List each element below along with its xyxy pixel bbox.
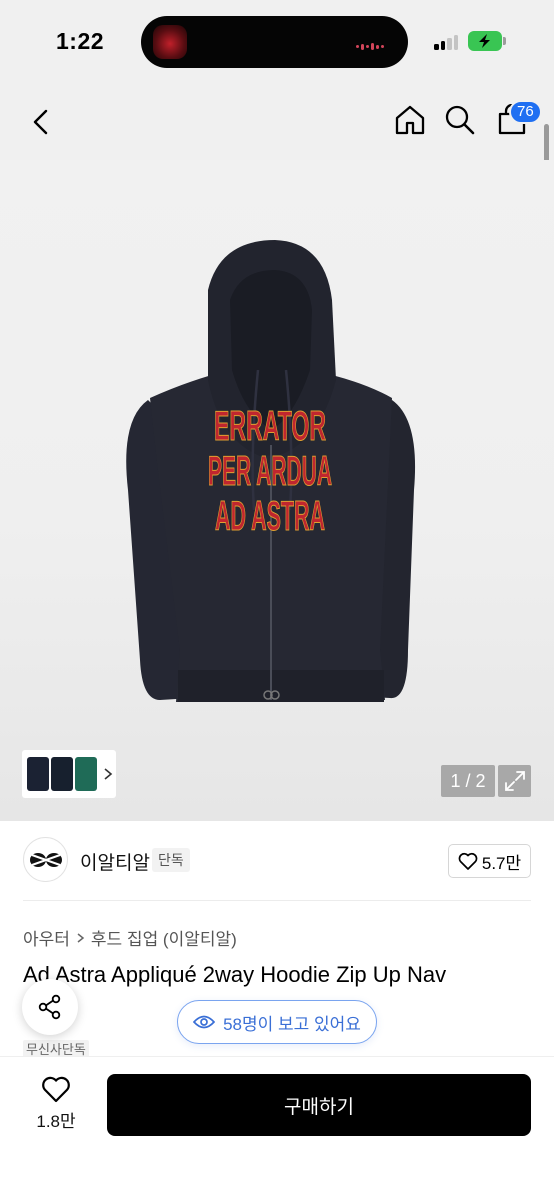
- home-button[interactable]: [392, 101, 428, 139]
- color-thumbnails[interactable]: [22, 750, 116, 798]
- now-playing-app-icon: [153, 25, 187, 59]
- heart-icon: [42, 1076, 70, 1103]
- cart-count-badge: 76: [509, 100, 542, 124]
- chevron-right-icon: [76, 932, 85, 944]
- wishlist-count: 1.8만: [36, 1112, 76, 1131]
- image-page-counter: 1 / 2: [441, 765, 495, 797]
- status-bar: 1:22: [0, 0, 554, 84]
- battery-charging-icon: [468, 31, 502, 51]
- brand-name[interactable]: 이알티알: [80, 848, 150, 875]
- breadcrumb-item-1[interactable]: 아우터: [23, 925, 70, 950]
- top-nav: [0, 84, 554, 160]
- share-icon: [38, 994, 61, 1020]
- divider: [23, 900, 531, 901]
- brand-row: 이알티알 단독 5.7만: [0, 832, 554, 890]
- wishlist-button[interactable]: 1.8만: [26, 1075, 86, 1139]
- brand-logo-mark: [29, 852, 62, 867]
- viewers-count-text: 58명이 보고 있어요: [223, 1014, 361, 1034]
- share-button[interactable]: [22, 979, 78, 1035]
- battery-tip: [503, 37, 506, 45]
- eye-icon: [193, 1015, 216, 1029]
- brand-logo[interactable]: [23, 837, 68, 882]
- print-line-2: PER ARDUA: [208, 447, 332, 494]
- status-time: 1:22: [56, 28, 105, 54]
- breadcrumb-item-2[interactable]: 후드 집업 (이알티알): [91, 925, 237, 950]
- buy-button[interactable]: 구매하기: [107, 1074, 531, 1136]
- fullscreen-button[interactable]: [498, 765, 531, 797]
- dynamic-island: [141, 16, 408, 68]
- chevron-left-icon: [33, 109, 48, 135]
- product-title: Ad Astra Appliqué 2way Hoodie Zip Up Nav: [23, 962, 447, 987]
- home-icon: [395, 105, 425, 135]
- viewers-count-pill: 58명이 보고 있어요: [177, 1000, 377, 1044]
- print-line-1: ERRATOR: [214, 402, 326, 449]
- back-button[interactable]: [22, 102, 60, 142]
- exclusive-badge: 단독: [152, 848, 190, 872]
- thumbnail-3[interactable]: [75, 757, 97, 791]
- thumbnail-1[interactable]: [27, 757, 49, 791]
- bottom-action-bar: 1.8만 구매하기: [0, 1056, 554, 1200]
- audio-wave-icon: [356, 38, 392, 51]
- search-button[interactable]: [442, 101, 478, 139]
- expand-icon: [504, 771, 525, 791]
- search-icon: [445, 105, 475, 135]
- breadcrumb: 아우터 후드 집업 (이알티알): [23, 925, 237, 950]
- brand-like-count: 5.7만: [481, 853, 522, 873]
- print-line-3: AD ASTRA: [215, 492, 325, 539]
- thumbnail-2[interactable]: [51, 757, 73, 791]
- product-image-carousel[interactable]: ERRATOR PER ARDUA AD ASTRA 1 / 2: [0, 160, 554, 821]
- cellular-signal-icon: [434, 34, 460, 50]
- brand-like-button[interactable]: 5.7만: [448, 844, 531, 878]
- product-photo: ERRATOR PER ARDUA AD ASTRA: [126, 240, 416, 702]
- chevron-right-icon: [104, 768, 113, 780]
- heart-icon: [458, 852, 478, 870]
